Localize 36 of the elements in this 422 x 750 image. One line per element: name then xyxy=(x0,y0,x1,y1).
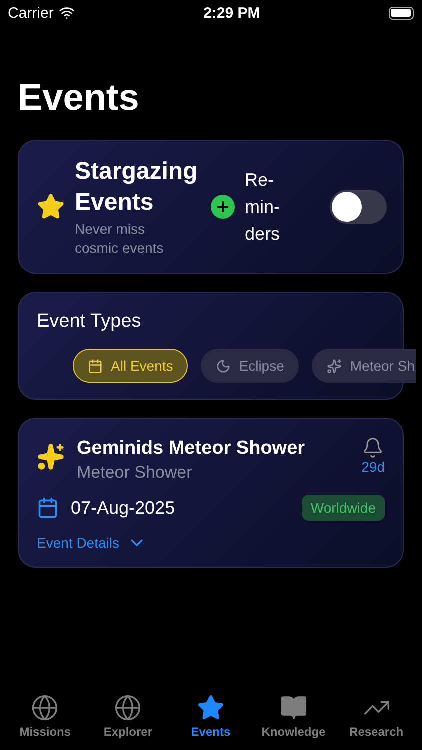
star-icon xyxy=(37,193,65,221)
page-title: Events xyxy=(18,76,140,120)
tab-bar-item[interactable]: Research xyxy=(336,694,417,750)
globe-icon xyxy=(114,694,142,722)
event-details-link[interactable]: Event Details xyxy=(37,533,148,553)
countdown-label: 29d xyxy=(362,459,385,475)
reminders-toggle[interactable] xyxy=(330,190,387,224)
region-tag: Worldwide xyxy=(302,495,385,521)
card-title: Stargazing Events xyxy=(75,157,197,218)
book-icon xyxy=(280,694,308,722)
calendar-icon xyxy=(88,358,103,374)
sparkle-icon xyxy=(37,443,65,471)
wifi-icon xyxy=(58,5,75,21)
section-title: Event Types xyxy=(37,311,142,333)
calendar-icon xyxy=(37,497,59,519)
globe-icon xyxy=(31,694,60,722)
event-type: Meteor Shower xyxy=(77,463,194,483)
tab-bar-item[interactable]: Explorer xyxy=(88,694,168,750)
sparkle-icon xyxy=(327,358,342,374)
status-time: 2:29 PM xyxy=(204,4,260,22)
tab-bar-item[interactable]: Events xyxy=(170,694,251,750)
battery-icon xyxy=(388,6,414,20)
event-date: 07-Aug-2025 xyxy=(71,498,176,518)
filter-chip[interactable]: Meteor Sh xyxy=(312,349,416,383)
moon-icon xyxy=(216,358,232,374)
filter-chip[interactable]: Eclipse xyxy=(201,349,300,383)
star-icon xyxy=(196,694,225,722)
reminders-label: Re-min-ders xyxy=(245,168,282,246)
bell-icon xyxy=(362,437,384,459)
carrier-label: Carrier xyxy=(8,4,54,22)
card-subtitle: Never miss cosmic events xyxy=(75,220,165,258)
tab-bar-item[interactable]: Missions xyxy=(5,694,86,750)
tab-bar-item[interactable]: Knowledge xyxy=(254,694,334,750)
filter-chip[interactable]: All Events xyxy=(73,349,188,383)
plus-icon xyxy=(211,195,235,219)
event-title: Geminids Meteor Shower xyxy=(77,437,306,461)
